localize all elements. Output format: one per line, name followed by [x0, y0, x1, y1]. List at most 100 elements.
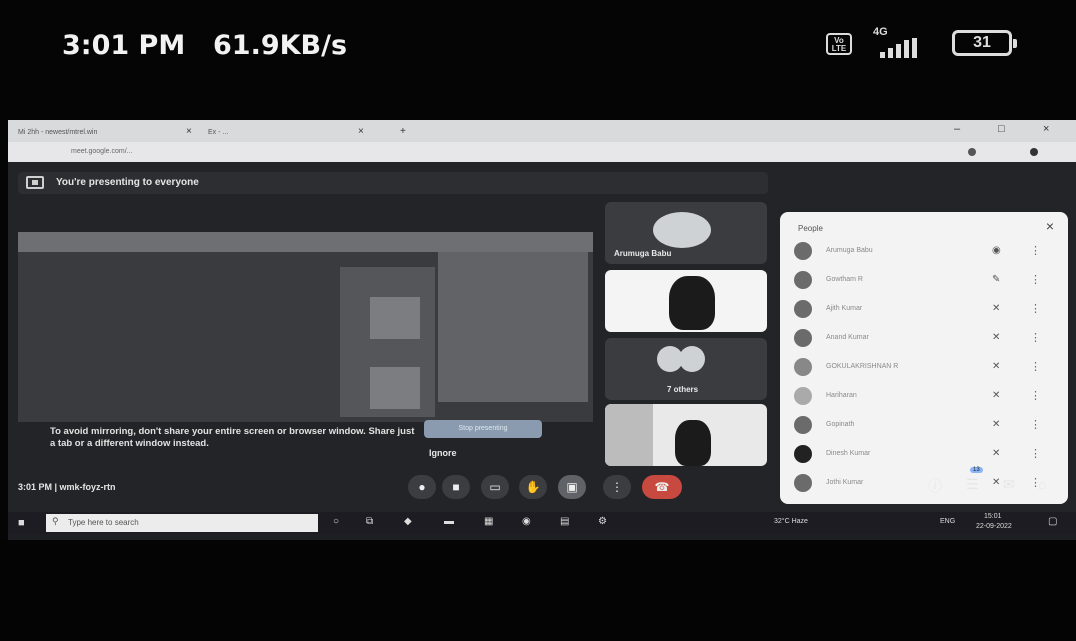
- participant-row[interactable]: GOKULAKRISHNAN R ✕ ⋮: [794, 354, 1056, 382]
- mirrored-participant: [370, 367, 420, 409]
- mic-off-icon[interactable]: ✕: [992, 477, 1000, 488]
- avatar: [794, 358, 812, 376]
- mic-icon[interactable]: ✎: [992, 274, 1000, 285]
- windows-start-icon[interactable]: ■: [18, 517, 25, 529]
- store-icon[interactable]: ▦: [484, 516, 493, 527]
- edge-icon[interactable]: ◆: [404, 516, 412, 527]
- participant-row[interactable]: Gowtham R ✎ ⋮: [794, 267, 1056, 295]
- mic-off-icon[interactable]: ✕: [992, 361, 1000, 372]
- participant-name: Gowtham R: [826, 276, 863, 283]
- captions-icon[interactable]: ▭: [481, 475, 509, 499]
- stop-presenting-button[interactable]: Stop presenting: [424, 420, 542, 438]
- participant-row[interactable]: Jothi Kumar ✕ ⋮: [794, 470, 1056, 498]
- mic-icon[interactable]: ◉: [992, 245, 1001, 256]
- browser-tab[interactable]: Ex - ...: [208, 129, 228, 136]
- others-tile[interactable]: 7 others: [605, 338, 767, 400]
- background-photo: [605, 404, 653, 466]
- participant-row[interactable]: Hariharan ✕ ⋮: [794, 383, 1056, 411]
- mic-icon[interactable]: ●: [408, 475, 436, 499]
- warning-text: To avoid mirroring, don't share your ent…: [50, 426, 415, 449]
- info-icon[interactable]: ⓘ: [928, 476, 942, 496]
- address-bar[interactable]: meet.google.com/...: [8, 142, 1076, 162]
- task-view-icon[interactable]: ⧉: [366, 516, 373, 527]
- avatar: [794, 300, 812, 318]
- participant-row[interactable]: Anand Kumar ✕ ⋮: [794, 325, 1056, 353]
- browser-tab[interactable]: Mi 2hh - newest/mtrel.win: [18, 129, 97, 136]
- more-options-icon[interactable]: ⋮: [1030, 418, 1041, 431]
- participant-tile[interactable]: Arumuga Babu: [605, 202, 767, 264]
- participant-row[interactable]: Ajith Kumar ✕ ⋮: [794, 296, 1056, 324]
- more-options-icon[interactable]: ⋮: [1030, 273, 1041, 286]
- search-icon: ⚲: [52, 516, 59, 526]
- signal-icon: [874, 38, 920, 58]
- present-icon[interactable]: ▣: [558, 475, 586, 499]
- mic-off-icon[interactable]: ✕: [992, 332, 1000, 343]
- chrome-icon[interactable]: ◉: [522, 516, 531, 527]
- participant-name: Anand Kumar: [826, 334, 869, 341]
- activities-icon[interactable]: ⌂: [1038, 476, 1046, 492]
- profile-icon[interactable]: [1030, 148, 1038, 156]
- extension-icon[interactable]: [968, 148, 976, 156]
- shared-screen-preview: [18, 232, 593, 422]
- battery-icon: 31: [952, 30, 1017, 56]
- taskbar-search-input[interactable]: ⚲ Type here to search: [46, 514, 318, 532]
- mic-off-icon[interactable]: ✕: [992, 419, 1000, 430]
- people-count-badge: 13: [970, 467, 983, 473]
- windows-taskbar: ■ ⚲ Type here to search ○ ⧉ ◆ ▬ ▦ ◉ ▤ ⚙ …: [8, 512, 1076, 534]
- avatar: [794, 445, 812, 463]
- window-close-button[interactable]: ×: [1043, 123, 1049, 135]
- notification-icon[interactable]: ▢: [1048, 516, 1057, 527]
- shared-screen-bar: [18, 232, 593, 252]
- maximize-button[interactable]: □: [998, 123, 1005, 135]
- file-explorer-icon[interactable]: ▬: [444, 516, 454, 527]
- mirroring-warning: To avoid mirroring, don't share your ent…: [8, 420, 608, 460]
- network-type: 4G: [873, 26, 888, 38]
- weather-widget[interactable]: 32°C Haze: [774, 518, 808, 525]
- settings-icon[interactable]: ⚙: [598, 516, 607, 527]
- mirrored-participant: [370, 297, 420, 339]
- more-options-icon[interactable]: ⋮: [1030, 389, 1041, 402]
- more-options-icon[interactable]: ⋮: [1030, 360, 1041, 373]
- more-options-icon[interactable]: ⋮: [1030, 302, 1041, 315]
- clock-time[interactable]: 15:01: [984, 513, 1002, 520]
- new-tab-button[interactable]: +: [400, 126, 406, 137]
- others-count: 7 others: [667, 385, 699, 394]
- participant-avatar: [679, 346, 705, 372]
- mic-off-icon[interactable]: ✕: [992, 448, 1000, 459]
- participant-row[interactable]: Dinesh Kumar ✕ ⋮: [794, 441, 1056, 469]
- clock-date[interactable]: 22-09-2022: [976, 523, 1012, 530]
- mic-off-icon[interactable]: ✕: [992, 390, 1000, 401]
- more-options-icon[interactable]: ⋮: [603, 475, 631, 499]
- mirrored-tiles: [340, 267, 435, 417]
- app-icon[interactable]: ▤: [560, 516, 569, 527]
- more-options-icon[interactable]: ⋮: [1030, 331, 1041, 344]
- mic-off-icon[interactable]: ✕: [992, 303, 1000, 314]
- close-panel-button[interactable]: ×: [1046, 218, 1054, 234]
- ignore-button[interactable]: Ignore: [429, 448, 457, 458]
- participant-video: [669, 276, 715, 330]
- participant-row[interactable]: Gopinath ✕ ⋮: [794, 412, 1056, 440]
- raise-hand-icon[interactable]: ✋: [519, 475, 547, 499]
- close-tab-icon[interactable]: ×: [186, 126, 192, 137]
- mirrored-people-panel: [438, 252, 588, 402]
- search-placeholder: Type here to search: [68, 518, 139, 527]
- cortana-icon[interactable]: ○: [333, 516, 339, 527]
- url-text[interactable]: meet.google.com/...: [71, 148, 132, 155]
- more-options-icon[interactable]: ⋮: [1030, 244, 1041, 257]
- camera-icon[interactable]: ■: [442, 475, 470, 499]
- participant-tile[interactable]: [605, 270, 767, 332]
- participant-video: [675, 420, 711, 466]
- close-tab-icon[interactable]: ×: [358, 126, 364, 137]
- meeting-info: 3:01 PM | wmk-foyz-rtn: [18, 482, 116, 492]
- language-indicator[interactable]: ENG: [940, 518, 955, 525]
- chat-icon[interactable]: ✉: [1003, 476, 1015, 493]
- more-options-icon[interactable]: ⋮: [1030, 447, 1041, 460]
- participant-tile[interactable]: [605, 404, 767, 466]
- volte-icon: Vo LTE: [826, 33, 852, 55]
- participant-name: Dinesh Kumar: [826, 450, 871, 457]
- phone-clock: 3:01 PM: [62, 30, 186, 61]
- participant-row[interactable]: Arumuga Babu ◉ ⋮: [794, 238, 1056, 266]
- leave-call-icon[interactable]: ☎: [642, 475, 682, 499]
- people-icon[interactable]: ☰: [966, 476, 979, 493]
- minimize-button[interactable]: –: [954, 123, 960, 135]
